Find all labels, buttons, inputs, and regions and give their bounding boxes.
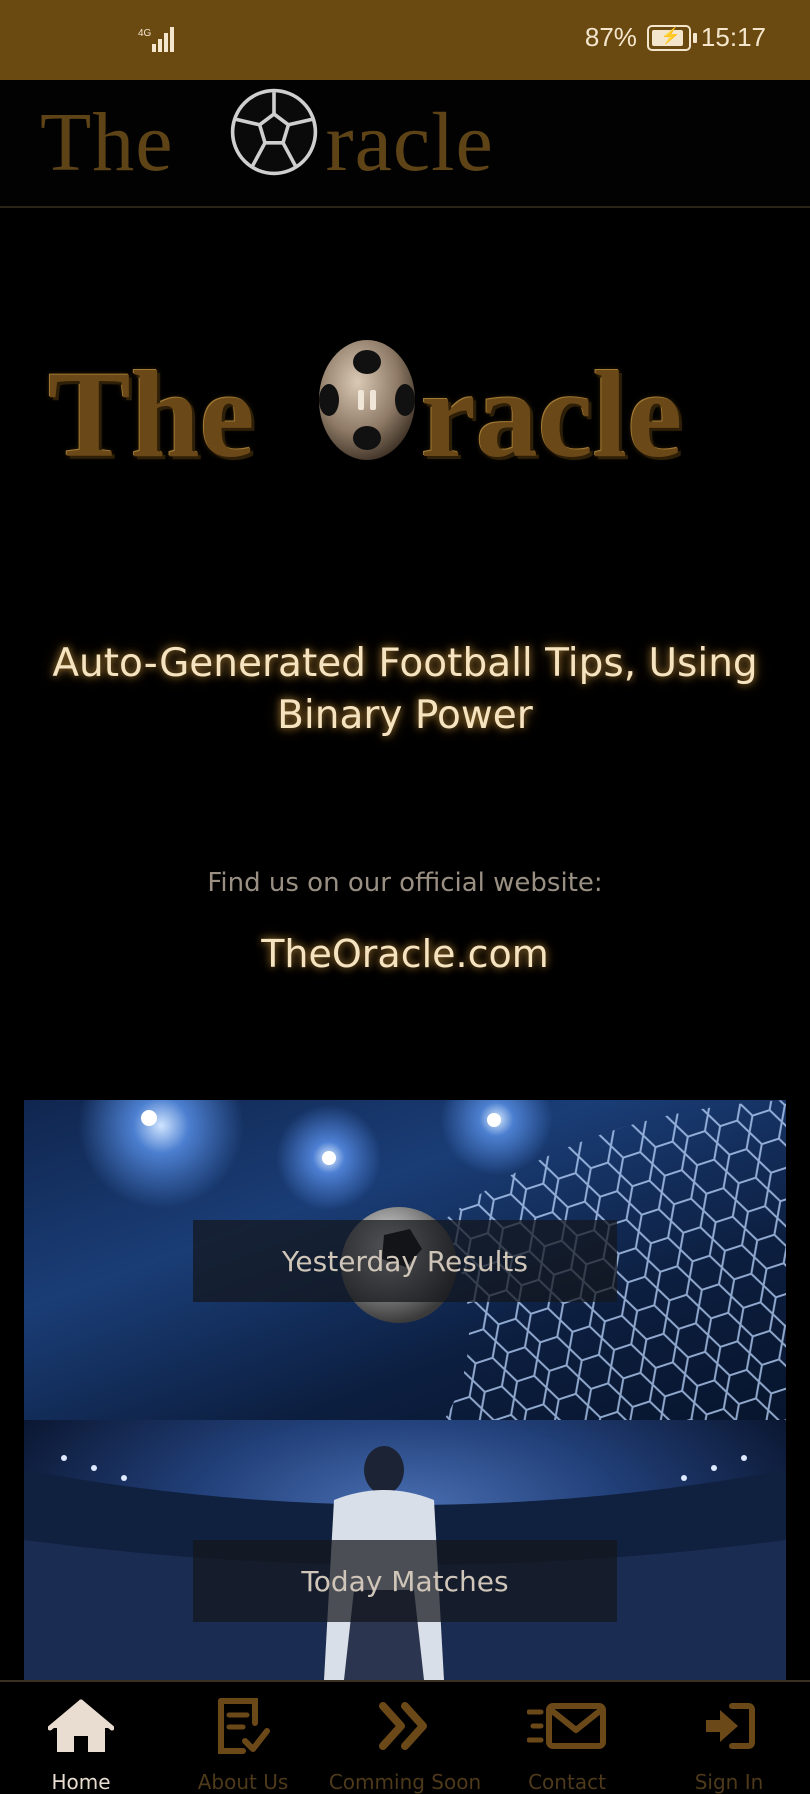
battery-percent: 87% [584, 22, 637, 52]
mail-icon [527, 1696, 607, 1756]
battery-icon: ⚡ [646, 24, 697, 51]
double-chevron-right-icon [379, 1696, 431, 1756]
hero-logo-text-right: racle [420, 346, 683, 483]
clock: 15:17 [700, 22, 766, 52]
network-type-label: 4G [138, 28, 152, 39]
nav-label-about-us: About Us [197, 1770, 289, 1794]
nav-label-comming-soon: Comming Soon [328, 1770, 482, 1794]
header-logo-text-right: racle [325, 95, 494, 189]
soccer-ball-icon [224, 87, 324, 198]
nav-label-home: Home [51, 1770, 111, 1794]
home-icon [48, 1696, 114, 1756]
hero-logo-text-left: The [48, 346, 255, 483]
yesterday-results-button[interactable]: Yesterday Results [193, 1220, 617, 1302]
nav-item-comming-soon[interactable]: Comming Soon [324, 1682, 486, 1794]
today-matches-button[interactable]: Today Matches [193, 1540, 617, 1622]
nav-label-sign-in: Sign In [694, 1770, 764, 1794]
today-matches-card[interactable]: Today Matches [24, 1420, 786, 1680]
document-check-icon [215, 1696, 271, 1756]
website-link[interactable]: TheOracle.com [0, 932, 810, 976]
tagline: Auto-Generated Football Tips, Using Bina… [52, 641, 758, 738]
hero-logo: The racle [48, 340, 682, 483]
app-header: The racle [0, 80, 810, 208]
yesterday-results-card[interactable]: Yesterday Results [24, 1100, 786, 1420]
status-bar: 4G 87% ⚡ 15:17 [0, 0, 810, 80]
nav-item-about-us[interactable]: About Us [162, 1682, 324, 1794]
bottom-navigation: Home About Us Comming Soon Contact Sign … [0, 1680, 810, 1794]
soccer-ball-icon [317, 338, 417, 492]
header-logo[interactable]: The racle [40, 88, 494, 189]
nav-item-contact[interactable]: Contact [486, 1682, 648, 1794]
nav-item-home[interactable]: Home [0, 1682, 162, 1794]
nav-item-sign-in[interactable]: Sign In [648, 1682, 810, 1794]
sign-in-icon [702, 1696, 756, 1756]
header-logo-text-left: The [40, 95, 174, 189]
nav-label-contact: Contact [528, 1770, 606, 1794]
find-us-label: Find us on our official website: [207, 868, 603, 898]
cellular-signal-icon: 4G [138, 26, 182, 58]
